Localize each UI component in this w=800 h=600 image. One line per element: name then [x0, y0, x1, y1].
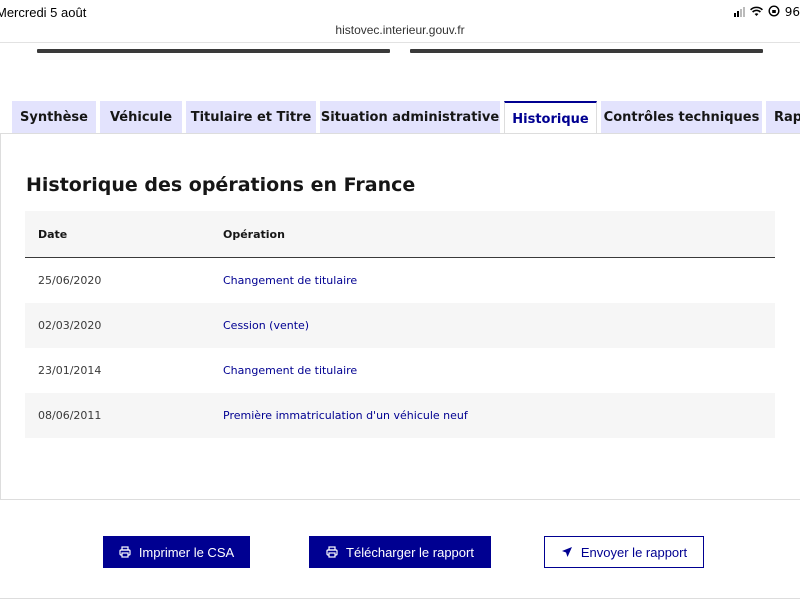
row-operation: Première immatriculation d'un véhicule n… — [223, 409, 468, 422]
history-table: Date Opération 25/06/2020 Changement de … — [25, 211, 775, 438]
send-report-label: Envoyer le rapport — [580, 544, 688, 560]
footer-divider — [0, 598, 800, 599]
send-arrow-icon — [561, 547, 572, 557]
print-csa-button[interactable]: Imprimer le CSA — [103, 536, 250, 568]
row-date: 02/03/2020 — [38, 319, 102, 332]
card-bottom-border-right — [410, 49, 763, 53]
address-bar-url[interactable]: histovec.interieur.gouv.fr — [0, 23, 800, 37]
status-indicators: 96 — [733, 5, 800, 19]
browser-divider — [0, 42, 800, 43]
print-csa-label: Imprimer le CSA — [138, 544, 235, 560]
tab-historique[interactable]: Historique — [504, 101, 597, 134]
column-header-date: Date — [38, 227, 68, 241]
table-row: 23/01/2014 Changement de titulaire — [25, 348, 775, 393]
battery-level: 96 — [784, 5, 800, 19]
report-tabs: Synthèse Véhicule Titulaire et Titre Sit… — [12, 101, 800, 134]
send-report-button[interactable]: Envoyer le rapport — [544, 536, 704, 568]
download-report-button[interactable]: Télécharger le rapport — [309, 536, 491, 568]
cellular-signal-icon — [733, 7, 745, 17]
row-date: 23/01/2014 — [38, 364, 102, 377]
row-operation: Changement de titulaire — [223, 364, 358, 377]
table-row: 25/06/2020 Changement de titulaire — [25, 258, 775, 303]
row-date: 25/06/2020 — [38, 274, 102, 287]
printer-icon — [326, 546, 338, 558]
table-header: Date Opération — [25, 211, 775, 258]
row-operation: Changement de titulaire — [223, 274, 358, 287]
rotation-lock-icon — [768, 5, 780, 19]
printer-icon — [119, 546, 131, 558]
tab-situation-administrative[interactable]: Situation administrative — [320, 101, 500, 134]
download-report-label: Télécharger le rapport — [346, 544, 474, 560]
column-header-operation: Opération — [223, 227, 285, 241]
tab-titulaire-et-titre[interactable]: Titulaire et Titre — [186, 101, 316, 134]
card-bottom-border-left — [37, 49, 390, 53]
table-row: 02/03/2020 Cession (vente) — [25, 303, 775, 348]
row-operation: Cession (vente) — [223, 319, 310, 332]
tab-vehicule[interactable]: Véhicule — [100, 101, 182, 134]
tab-controles-techniques[interactable]: Contrôles techniques — [601, 101, 762, 134]
wifi-icon — [749, 6, 763, 19]
table-row: 08/06/2011 Première immatriculation d'un… — [25, 393, 775, 438]
row-date: 08/06/2011 — [38, 409, 102, 422]
page-title: Historique des opérations en France — [26, 174, 416, 196]
tab-synthese[interactable]: Synthèse — [12, 101, 96, 134]
status-datetime: Mercredi 5 août — [0, 5, 87, 20]
tab-rapport[interactable]: Rapp — [766, 101, 800, 134]
